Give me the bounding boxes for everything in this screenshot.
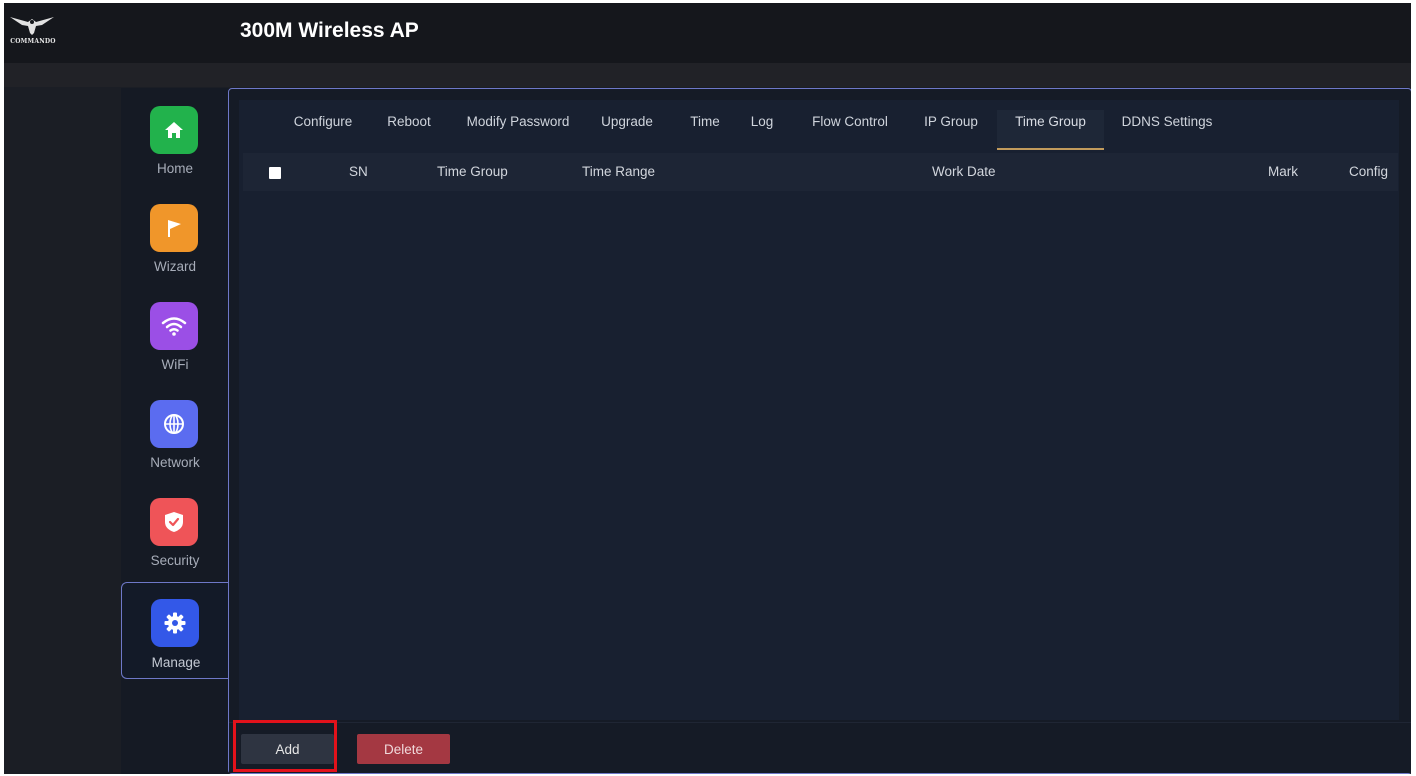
home-icon: [150, 106, 198, 154]
commando-logo: COMMANDO: [8, 13, 56, 49]
tab-log[interactable]: Log: [747, 110, 777, 150]
logo-text: COMMANDO: [10, 38, 56, 45]
sidebar-item-wizard[interactable]: Wizard: [121, 190, 229, 282]
sidebar-item-wifi[interactable]: WiFi: [121, 288, 229, 380]
column-config: Config: [1349, 164, 1389, 179]
add-button[interactable]: Add: [241, 734, 334, 764]
top-bar: COMMANDO 300M Wireless AP: [4, 3, 1411, 63]
tab-modify-password[interactable]: Modify Password: [459, 110, 577, 150]
tab-reboot[interactable]: Reboot: [379, 110, 439, 150]
tab-ddns-settings[interactable]: DDNS Settings: [1115, 110, 1219, 150]
column-mark: Mark: [1268, 164, 1298, 179]
tab-upgrade[interactable]: Upgrade: [597, 110, 657, 150]
sidebar-item-label: Security: [150, 553, 200, 568]
tab-ip-group[interactable]: IP Group: [919, 110, 983, 150]
tab-configure[interactable]: Configure: [287, 110, 359, 150]
gear-icon: [151, 599, 199, 647]
sidebar-item-label: Network: [150, 455, 200, 470]
wifi-icon: [150, 302, 198, 350]
action-footer: Add Delete: [229, 722, 1411, 773]
column-work-date: Work Date: [932, 164, 996, 179]
tab-time-group[interactable]: Time Group: [997, 110, 1104, 150]
column-time-group: Time Group: [437, 164, 508, 179]
shield-icon: [150, 498, 198, 546]
eagle-icon: [10, 17, 54, 35]
tab-flow-control[interactable]: Flow Control: [807, 110, 893, 150]
sidebar-item-label: WiFi: [161, 357, 189, 372]
sidebar-item-home[interactable]: Home: [121, 92, 229, 184]
flag-icon: [150, 204, 198, 252]
content-area: Configure Reboot Modify Password Upgrade…: [239, 100, 1399, 720]
sub-bar: [4, 63, 1411, 87]
sidebar-item-manage[interactable]: Manage: [121, 582, 229, 679]
select-all-checkbox[interactable]: [269, 167, 281, 179]
sidebar-item-label: Home: [156, 161, 193, 176]
tab-bar: Configure Reboot Modify Password Upgrade…: [239, 110, 1399, 150]
globe-icon: [150, 400, 198, 448]
sidebar-item-label: Manage: [151, 655, 201, 670]
sidebar-item-security[interactable]: Security: [121, 484, 229, 576]
column-time-range: Time Range: [582, 164, 656, 179]
sidebar: Home Wizard WiFi Network Security Manage: [121, 88, 229, 774]
sidebar-item-label: Wizard: [153, 259, 196, 274]
table-header: SN Time Group Time Range Work Date Mark …: [243, 153, 1398, 191]
tab-time[interactable]: Time: [685, 110, 725, 150]
main-panel: Configure Reboot Modify Password Upgrade…: [228, 88, 1411, 774]
app-title: 300M Wireless AP: [240, 19, 419, 42]
delete-button[interactable]: Delete: [357, 734, 450, 764]
sidebar-item-network[interactable]: Network: [121, 386, 229, 478]
app-window: COMMANDO 300M Wireless AP Home Wizard Wi…: [4, 3, 1411, 774]
column-sn: SN: [349, 164, 368, 179]
